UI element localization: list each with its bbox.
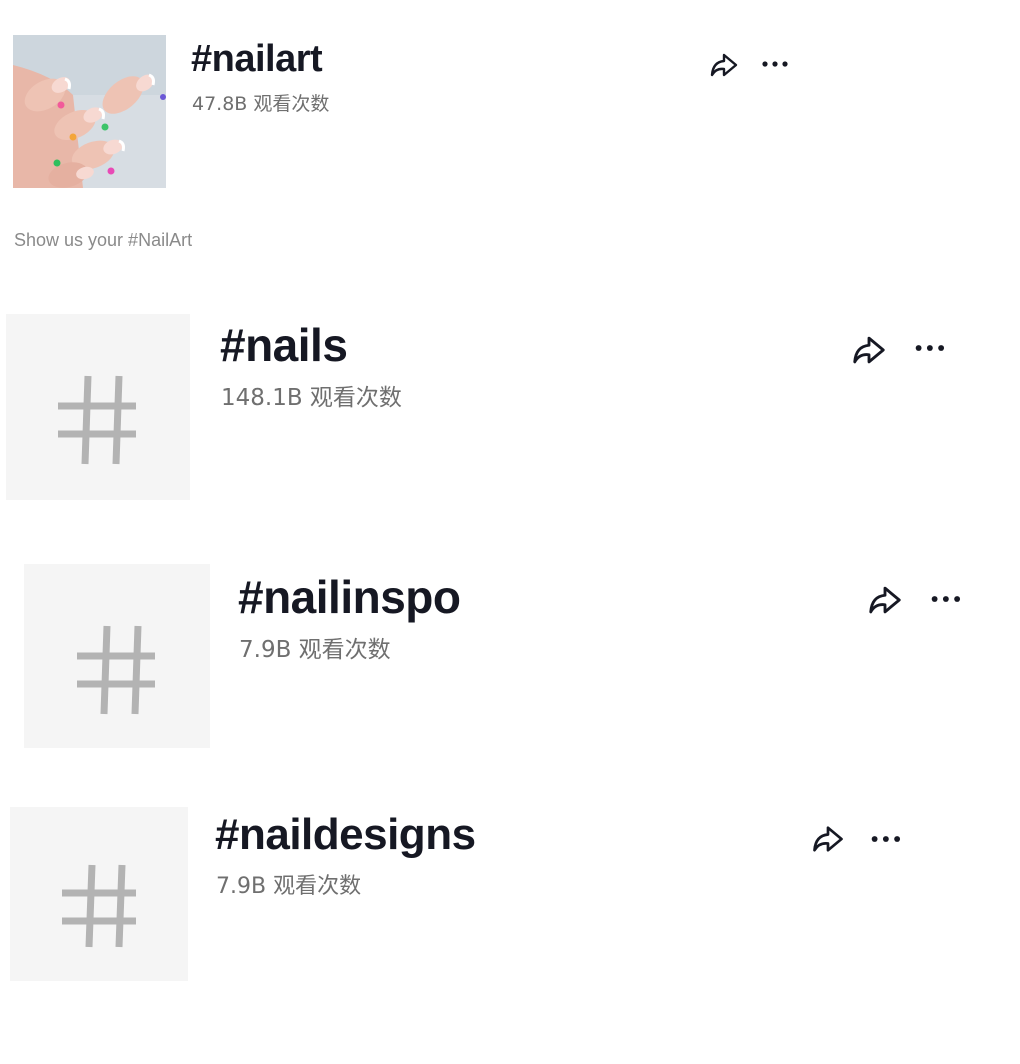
share-icon[interactable] — [866, 582, 904, 618]
hashtag-result-nails[interactable]: #nails 148.1B 观看次数 — [0, 300, 1020, 510]
view-count: 148.1B 观看次数 — [221, 385, 402, 411]
view-count: 47.8B 观看次数 — [192, 93, 330, 115]
share-icon[interactable] — [810, 822, 846, 856]
hashtag-icon — [62, 864, 136, 948]
more-icon[interactable] — [928, 590, 966, 608]
nail-photo-image — [13, 35, 166, 188]
more-icon[interactable] — [912, 339, 950, 357]
more-icon[interactable] — [869, 830, 905, 848]
share-icon[interactable] — [708, 50, 740, 80]
hashtag-title[interactable]: #nailinspo — [238, 570, 461, 624]
hashtag-result-naildesigns[interactable]: #naildesigns 7.9B 观看次数 — [0, 795, 1020, 995]
nail-photo-thumbnail[interactable] — [13, 35, 166, 188]
hashtag-title[interactable]: #naildesigns — [215, 810, 476, 860]
view-count: 7.9B 观看次数 — [216, 874, 362, 899]
more-icon[interactable] — [760, 56, 792, 72]
hashtag-icon — [77, 625, 155, 715]
hashtag-icon — [58, 375, 136, 465]
hashtag-description: Show us your #NailArt — [14, 230, 193, 250]
hashtag-thumbnail[interactable] — [10, 807, 188, 981]
hashtag-result-nailinspo[interactable]: #nailinspo 7.9B 观看次数 — [0, 550, 1020, 760]
hashtag-title[interactable]: #nails — [220, 318, 348, 372]
view-count: 7.9B 观看次数 — [239, 637, 391, 663]
hashtag-thumbnail[interactable] — [6, 314, 190, 500]
hashtag-result-nailart[interactable]: #nailart 47.8B 观看次数 Show us your #NailAr… — [0, 0, 1020, 270]
hashtag-title[interactable]: #nailart — [191, 38, 323, 81]
share-icon[interactable] — [850, 332, 888, 368]
hashtag-thumbnail[interactable] — [24, 564, 210, 748]
